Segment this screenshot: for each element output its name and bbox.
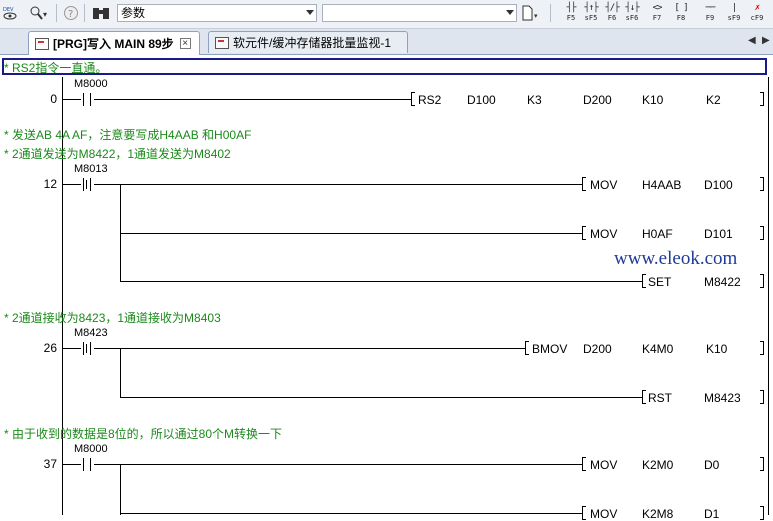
instruction-op[interactable]: MOV — [590, 178, 617, 192]
instruction-operand[interactable]: K2M8 — [642, 507, 673, 521]
ladder-symbol-icon: ┤↑├ — [584, 3, 598, 13]
toolbar: DEV ▾ ? 参数 ▾ ┤├ F5 ┤↑├ sF5 ┤/├ F6 ┤↓├ sF6 <> F7[ … — [0, 0, 773, 29]
pulse-contact[interactable] — [80, 342, 94, 355]
contact-label: M8000 — [74, 78, 108, 90]
fkey-label: sF6 — [625, 14, 639, 22]
fkey-button-cf9[interactable]: ✗ cF9 — [749, 3, 765, 25]
document-icon[interactable]: ▾ — [520, 4, 542, 22]
tab-label: 软元件/缓冲存储器批量监视-1 — [233, 36, 392, 50]
instruction-operand[interactable]: K2 — [706, 93, 721, 107]
watermark: www.eleok.com — [614, 248, 738, 269]
rung-comment: * RS2指令一直通。 — [4, 61, 108, 75]
ladder-symbol-icon: <> — [652, 3, 663, 13]
rung-comment: * 2通道接收为8423，1通道接收为M8403 — [4, 311, 221, 325]
svg-text:?: ? — [68, 9, 73, 20]
fkey-label: F6 — [607, 14, 617, 22]
fkey-button-f7[interactable]: <> F7 — [649, 3, 665, 25]
instruction-op[interactable]: MOV — [590, 227, 617, 241]
instruction-op[interactable]: SET — [648, 275, 671, 289]
parameter-combo-value: 参数 — [121, 6, 146, 20]
instruction-operand[interactable]: M8423 — [704, 391, 741, 405]
ladder-symbol-icon: ┤/├ — [605, 3, 619, 13]
instruction-operand[interactable]: D200 — [583, 93, 612, 107]
fkey-button-sf6[interactable]: ┤↓├ sF6 — [624, 3, 640, 25]
step-number: 0 — [50, 92, 57, 106]
rung-comment: * 2通道发送为M8422，1通道发送为M8402 — [4, 147, 231, 161]
instruction-operand[interactable]: D100 — [467, 93, 496, 107]
fkey-button-sf5[interactable]: ┤↑├ sF5 — [583, 3, 599, 25]
tab-scroll-right-icon[interactable]: ▶ — [762, 35, 770, 46]
pulse-contact[interactable] — [80, 178, 94, 191]
instruction-operand[interactable]: D100 — [704, 178, 733, 192]
instruction-op[interactable]: BMOV — [532, 342, 567, 356]
instruction-op[interactable]: MOV — [590, 507, 617, 521]
cursor-selection — [2, 58, 767, 75]
fkey-label: sF9 — [727, 14, 741, 22]
ladder-symbol-icon: [ ] — [674, 3, 688, 13]
tab-device-monitor[interactable]: 软元件/缓冲存储器批量监视-1 — [208, 31, 408, 53]
fkey-button-f8[interactable]: [ ] F8 — [673, 3, 689, 25]
tab-scroll-left-icon[interactable]: ◀ — [748, 35, 756, 46]
instruction-op[interactable]: MOV — [590, 458, 617, 472]
chevron-down-icon — [506, 10, 514, 15]
ladder-symbol-icon: ── — [705, 3, 716, 13]
svg-text:▾: ▾ — [534, 12, 538, 20]
instruction-operand[interactable]: K10 — [642, 93, 663, 107]
fkey-label: F5 — [566, 14, 576, 22]
ladder-symbol-icon: ┤↓├ — [625, 3, 639, 13]
contact-label: M8013 — [74, 163, 108, 175]
rung-comment: * 由于收到的数据是8位的，所以通过80个M转换一下 — [4, 427, 283, 441]
normally-open-contact[interactable] — [80, 93, 94, 106]
instruction-op[interactable]: RS2 — [418, 93, 441, 107]
parameter-combo[interactable]: 参数 — [117, 4, 317, 22]
fkey-label: sF5 — [584, 14, 598, 22]
fkey-button-f5[interactable]: ┤├ F5 — [563, 3, 579, 25]
instruction-operand[interactable]: D0 — [704, 458, 719, 472]
instruction-operand[interactable]: H0AF — [642, 227, 673, 241]
monitor-eye-icon[interactable]: DEV — [2, 4, 20, 22]
instruction-operand[interactable]: K4M0 — [642, 342, 673, 356]
fkey-button-f6[interactable]: ┤/├ F6 — [604, 3, 620, 25]
fkey-button-sf9[interactable]: | sF9 — [726, 3, 742, 25]
device-combo[interactable] — [322, 4, 517, 22]
help-icon[interactable]: ? — [62, 4, 80, 22]
fkey-label: F8 — [676, 14, 686, 22]
normally-open-contact[interactable] — [80, 458, 94, 471]
contact-label: M8000 — [74, 443, 108, 455]
instruction-operand[interactable]: H4AAB — [642, 178, 681, 192]
fkey-label: F7 — [652, 14, 662, 22]
rung-comment: * 发送AB 4A AF，注意要写成H4AAB 和H00AF — [4, 128, 252, 142]
contact-label: M8423 — [74, 327, 108, 339]
binoculars-find-icon[interactable] — [90, 4, 112, 22]
instruction-operand[interactable]: K2M0 — [642, 458, 673, 472]
monitor-window-icon — [215, 36, 229, 49]
step-number: 26 — [43, 341, 57, 355]
svg-text:DEV: DEV — [3, 7, 14, 13]
tab-label: [PRG]写入 MAIN 89步 — [53, 37, 174, 51]
close-icon[interactable]: × — [179, 38, 191, 49]
step-number: 37 — [43, 457, 57, 471]
instruction-operand[interactable]: D1 — [704, 507, 719, 521]
fkey-label: cF9 — [750, 14, 764, 22]
ladder-symbol-icon: | — [731, 3, 737, 13]
tab-bar: [PRG]写入 MAIN 89步 × 软元件/缓冲存储器批量监视-1 ◀ ▶ — [0, 29, 773, 55]
ladder-symbol-icon: ┤├ — [566, 3, 577, 13]
svg-text:▾: ▾ — [43, 10, 47, 19]
ladder-editor[interactable]: * RS2指令一直通。 0 M8000 RS2 D100 K3 D200 K10… — [0, 55, 773, 521]
fkey-button-f9[interactable]: ── F9 — [702, 3, 718, 25]
program-icon — [35, 37, 49, 50]
instruction-operand[interactable]: K3 — [527, 93, 542, 107]
ladder-symbol-icon: ✗ — [754, 3, 760, 13]
right-power-rail — [768, 77, 769, 515]
device-search-icon[interactable]: ▾ — [28, 4, 52, 22]
instruction-operand[interactable]: D101 — [704, 227, 733, 241]
step-number: 12 — [43, 177, 57, 191]
instruction-operand[interactable]: K10 — [706, 342, 727, 356]
chevron-down-icon — [306, 10, 314, 15]
instruction-operand[interactable]: D200 — [583, 342, 612, 356]
instruction-operand[interactable]: M8422 — [704, 275, 741, 289]
instruction-op[interactable]: RST — [648, 391, 672, 405]
fkey-label: F9 — [705, 14, 715, 22]
tab-program-main[interactable]: [PRG]写入 MAIN 89步 × — [28, 31, 200, 55]
